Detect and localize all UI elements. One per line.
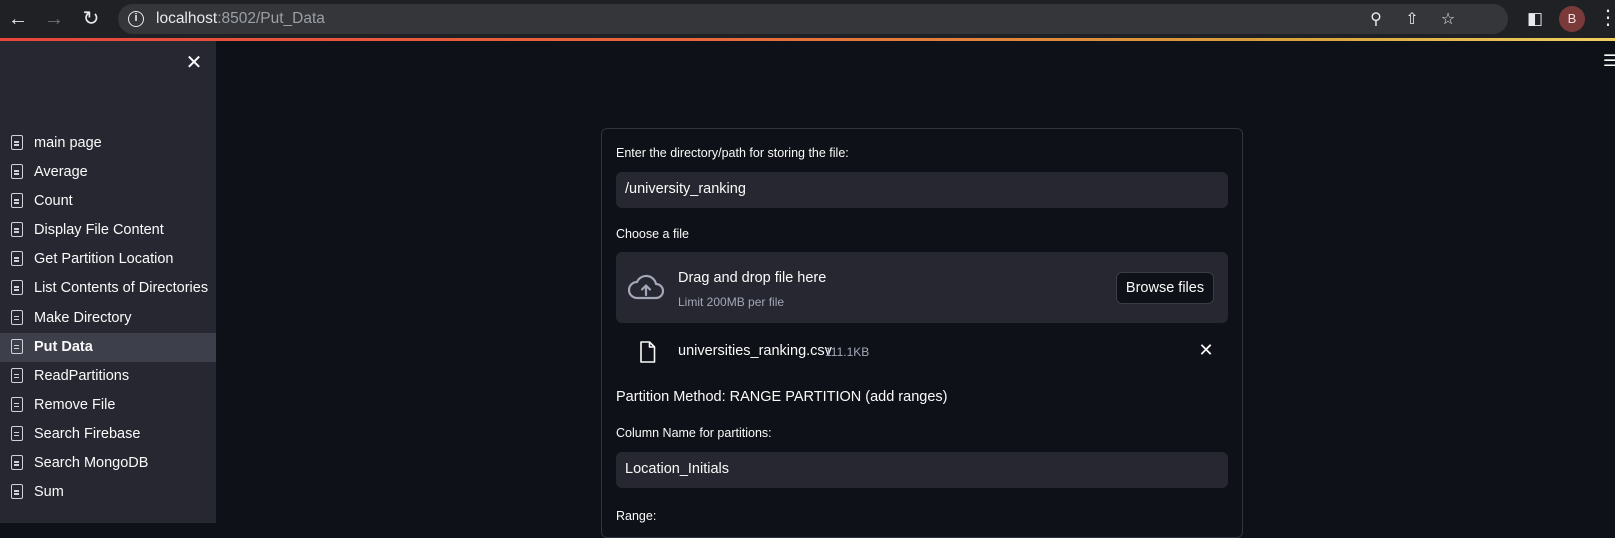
- sidebar-item-search-mongodb[interactable]: Search MongoDB: [0, 449, 216, 478]
- file-label: Choose a file: [616, 227, 689, 241]
- column-name-label: Column Name for partitions:: [616, 426, 772, 440]
- sidebar-item-count[interactable]: Count: [0, 187, 216, 216]
- remove-file-icon[interactable]: ✕: [1196, 340, 1216, 360]
- close-sidebar-icon[interactable]: ✕: [184, 53, 204, 73]
- sidebar: ✕ main page Average Count Display File C…: [0, 41, 216, 523]
- sidebar-item-display-file-content[interactable]: Display File Content: [0, 216, 216, 245]
- sidebar-item-make-directory[interactable]: Make Directory: [0, 304, 216, 333]
- column-name-input[interactable]: Location_Initials: [616, 452, 1228, 488]
- path-input-value: /university_ranking: [625, 181, 746, 197]
- app-menu-icon[interactable]: ☰: [1603, 54, 1615, 70]
- sidebar-item-read-partitions[interactable]: ReadPartitions: [0, 362, 216, 391]
- loading-progress-bar: [0, 38, 1615, 41]
- range-label: Range:: [616, 509, 657, 523]
- page-icon: [11, 193, 23, 209]
- uploaded-file-name: universities_ranking.csv: [678, 343, 832, 359]
- profile-avatar[interactable]: B: [1559, 6, 1585, 32]
- file-icon: [640, 341, 656, 363]
- browser-toolbar: ← → ↻ i localhost:8502/Put_Data ⚲ ⇧ ☆ ◧ …: [0, 0, 1615, 38]
- sidebar-item-list-contents[interactable]: List Contents of Directories: [0, 274, 216, 303]
- page-icon: [11, 164, 23, 180]
- side-panel-icon[interactable]: ◧: [1523, 7, 1547, 31]
- dropzone-title: Drag and drop file here: [678, 270, 827, 286]
- sidebar-item-sum[interactable]: Sum: [0, 478, 216, 507]
- partition-method-text: Partition Method: RANGE PARTITION (add r…: [616, 389, 948, 405]
- browser-menu-icon[interactable]: ⋮: [1598, 6, 1615, 32]
- address-bar[interactable]: i localhost:8502/Put_Data ⚲ ⇧ ☆: [118, 4, 1508, 34]
- sidebar-nav: main page Average Count Display File Con…: [0, 129, 216, 507]
- uploaded-file-size: 111.1KB: [825, 345, 870, 359]
- page-icon: [11, 280, 23, 296]
- forward-arrow-icon[interactable]: →: [40, 5, 68, 33]
- share-icon[interactable]: ⇧: [1402, 10, 1422, 30]
- column-name-input-value: Location_Initials: [625, 461, 729, 477]
- browse-files-button[interactable]: Browse files: [1116, 272, 1214, 304]
- page-icon: [11, 425, 23, 441]
- path-label: Enter the directory/path for storing the…: [616, 146, 849, 160]
- site-info-icon[interactable]: i: [128, 11, 144, 27]
- sidebar-item-main-page[interactable]: main page: [0, 129, 216, 158]
- sidebar-item-average[interactable]: Average: [0, 158, 216, 187]
- uploaded-file-row: universities_ranking.csv 111.1KB ✕: [616, 337, 1228, 367]
- sidebar-item-remove-file[interactable]: Remove File: [0, 391, 216, 420]
- sidebar-item-get-partition-location[interactable]: Get Partition Location: [0, 245, 216, 274]
- page-icon: [11, 484, 23, 500]
- zoom-icon[interactable]: ⚲: [1366, 10, 1386, 30]
- cloud-upload-icon: [628, 274, 664, 300]
- sidebar-item-put-data[interactable]: Put Data: [0, 332, 216, 362]
- page-icon: [11, 309, 23, 325]
- path-input[interactable]: /university_ranking: [616, 172, 1228, 208]
- page-icon: [11, 222, 23, 238]
- page-icon: [11, 251, 23, 267]
- page-icon: [11, 338, 23, 354]
- bookmark-star-icon[interactable]: ☆: [1438, 10, 1458, 30]
- page-icon: [11, 396, 23, 412]
- dropzone-limit: Limit 200MB per file: [678, 295, 785, 309]
- reload-icon[interactable]: ↻: [77, 5, 105, 33]
- page-icon: [11, 135, 23, 150]
- url-text[interactable]: localhost:8502/Put_Data: [156, 10, 325, 28]
- page-icon: [11, 367, 23, 383]
- back-arrow-icon[interactable]: ←: [4, 5, 32, 33]
- page-icon: [11, 455, 23, 471]
- file-dropzone[interactable]: Drag and drop file here Limit 200MB per …: [616, 252, 1228, 323]
- sidebar-item-search-firebase[interactable]: Search Firebase: [0, 420, 216, 449]
